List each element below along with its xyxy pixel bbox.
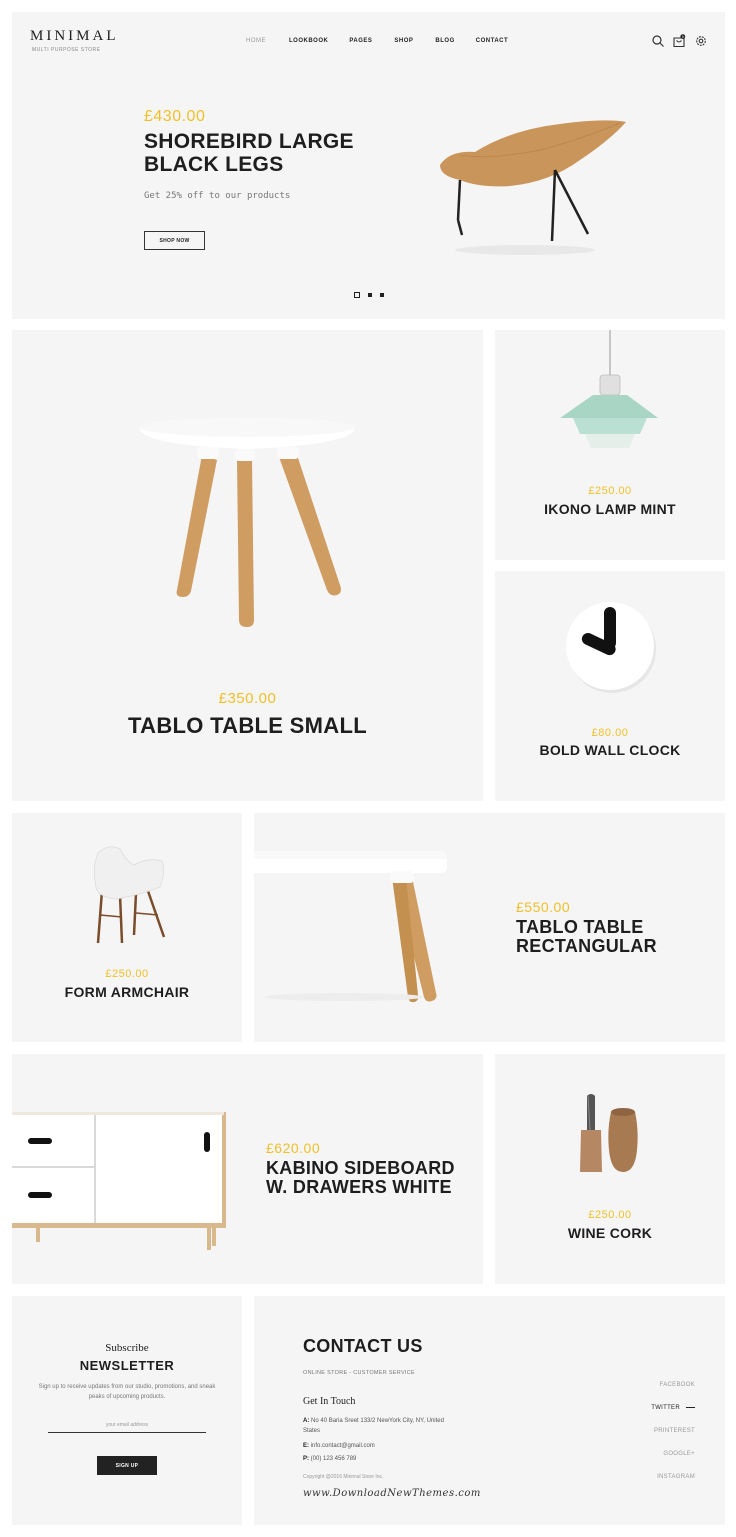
slider-dot[interactable] <box>380 293 384 297</box>
contact-section: CONTACT US ONLINE STORE - CUSTOMER SERVI… <box>254 1296 725 1525</box>
address-value: No 40 Baria Sreet 133/2 NewYork City, NY… <box>303 1418 444 1434</box>
phone-label: P: <box>303 1456 309 1462</box>
product-price: £250.00 <box>588 485 632 497</box>
contact-address: A: No 40 Baria Sreet 133/2 NewYork City,… <box>303 1416 453 1436</box>
social-printerest[interactable]: PRINTEREST <box>654 1428 695 1434</box>
product-price: £350.00 <box>218 690 277 707</box>
contact-subtitle: ONLINE STORE - CUSTOMER SERVICE <box>303 1370 415 1376</box>
slider-dot[interactable] <box>354 292 360 298</box>
newsletter-pretitle: Subscribe <box>105 1342 149 1354</box>
product-name-line2: RECTANGULAR <box>516 936 657 956</box>
product-card[interactable]: £80.00 BOLD WALL CLOCK <box>495 571 725 801</box>
nav-contact[interactable]: CONTACT <box>476 38 508 44</box>
get-in-touch-heading: Get In Touch <box>303 1396 356 1407</box>
product-name-line1: TABLO TABLE <box>516 917 644 937</box>
product-image <box>12 1112 226 1250</box>
product-image <box>560 330 658 448</box>
newsletter-section: Subscribe NEWSLETTER Sign up to receive … <box>12 1296 242 1525</box>
nav-blog[interactable]: BLOG <box>435 38 454 44</box>
product-name[interactable]: KABINO SIDEBOARD W. DRAWERS WHITE <box>266 1159 455 1197</box>
social-instagram[interactable]: INSTAGRAM <box>657 1474 695 1480</box>
product-image <box>254 851 447 1003</box>
nav-home[interactable]: HOME <box>246 38 266 44</box>
product-card[interactable]: £350.00 TABLO TABLE SMALL <box>12 330 483 801</box>
product-price: £250.00 <box>588 1209 632 1221</box>
phone-value: (00) 123 456 789 <box>310 1456 357 1462</box>
main-nav: HOME LOOKBOOK PAGES SHOP BLOG CONTACT <box>246 38 508 44</box>
product-name[interactable]: FORM ARMCHAIR <box>12 984 242 1000</box>
product-image <box>139 417 355 627</box>
contact-email: E: info.contact@gmail.com <box>303 1441 453 1451</box>
cart-count: 0 <box>682 35 684 39</box>
product-card[interactable]: £250.00 IKONO LAMP MINT <box>495 330 725 560</box>
social-googleplus[interactable]: GOOGLE+ <box>663 1451 695 1457</box>
logo-tagline: MULTI PURPOSE STORE <box>32 47 101 53</box>
nav-pages[interactable]: PAGES <box>349 38 372 44</box>
email-value[interactable]: info.contact@gmail.com <box>311 1443 375 1449</box>
product-name[interactable]: IKONO LAMP MINT <box>495 501 725 517</box>
product-price: £550.00 <box>516 899 571 915</box>
shorebird-image <box>440 120 626 255</box>
cart-icon[interactable]: 0 <box>672 34 686 48</box>
product-name-line1: KABINO SIDEBOARD <box>266 1158 455 1178</box>
nav-shop[interactable]: SHOP <box>394 38 413 44</box>
hero-subtitle: Get 25% off to our products <box>144 191 291 201</box>
product-name[interactable]: TABLO TABLE SMALL <box>12 713 483 739</box>
product-price: £250.00 <box>105 968 149 980</box>
slider-dots <box>354 292 384 298</box>
hero-title: SHOREBIRD LARGE BLACK LEGS <box>144 130 384 176</box>
address-label: A: <box>303 1418 310 1424</box>
product-name[interactable]: BOLD WALL CLOCK <box>495 742 725 758</box>
social-twitter[interactable]: TWITTER <box>651 1405 695 1411</box>
email-field[interactable] <box>48 1417 206 1433</box>
product-name[interactable]: TABLO TABLE RECTANGULAR <box>516 918 657 956</box>
product-card[interactable]: £250.00 WINE CORK <box>495 1054 725 1284</box>
hero-title-line1: SHOREBIRD LARGE <box>144 130 354 153</box>
product-price: £80.00 <box>591 727 629 739</box>
sign-up-button[interactable]: SIGN UP <box>97 1456 157 1475</box>
product-card[interactable]: £250.00 FORM ARMCHAIR <box>12 813 242 1042</box>
search-icon[interactable] <box>651 34 665 48</box>
hero-slider: MINIMAL MULTI PURPOSE STORE HOME LOOKBOO… <box>12 12 725 319</box>
hero-title-line2: BLACK LEGS <box>144 153 284 176</box>
copyright: Copyright @2016 Minimal Store Inc. <box>303 1474 384 1480</box>
product-card[interactable]: £620.00 KABINO SIDEBOARD W. DRAWERS WHIT… <box>12 1054 483 1284</box>
logo[interactable]: MINIMAL <box>30 28 119 45</box>
product-price: £620.00 <box>266 1140 321 1156</box>
product-name-line2: W. DRAWERS WHITE <box>266 1177 452 1197</box>
product-card[interactable]: £550.00 TABLO TABLE RECTANGULAR <box>254 813 725 1042</box>
slider-dot[interactable] <box>368 293 372 297</box>
product-image <box>566 602 656 693</box>
product-name[interactable]: WINE CORK <box>495 1225 725 1241</box>
watermark: www.DownloadNewThemes.com <box>303 1488 481 1499</box>
newsletter-title: NEWSLETTER <box>79 1358 175 1373</box>
gear-icon[interactable] <box>694 34 708 48</box>
product-image <box>94 846 166 944</box>
email-label: E: <box>303 1443 309 1449</box>
nav-lookbook[interactable]: LOOKBOOK <box>289 38 328 44</box>
shop-now-button[interactable]: SHOP NOW <box>144 231 205 250</box>
hero-price: £430.00 <box>144 108 206 125</box>
newsletter-description: Sign up to receive updates from our stud… <box>38 1384 216 1400</box>
social-facebook[interactable]: FACEBOOK <box>660 1382 695 1388</box>
contact-title: CONTACT US <box>303 1336 423 1356</box>
contact-phone: P: (00) 123 456 789 <box>303 1454 453 1464</box>
product-image <box>580 1094 638 1172</box>
